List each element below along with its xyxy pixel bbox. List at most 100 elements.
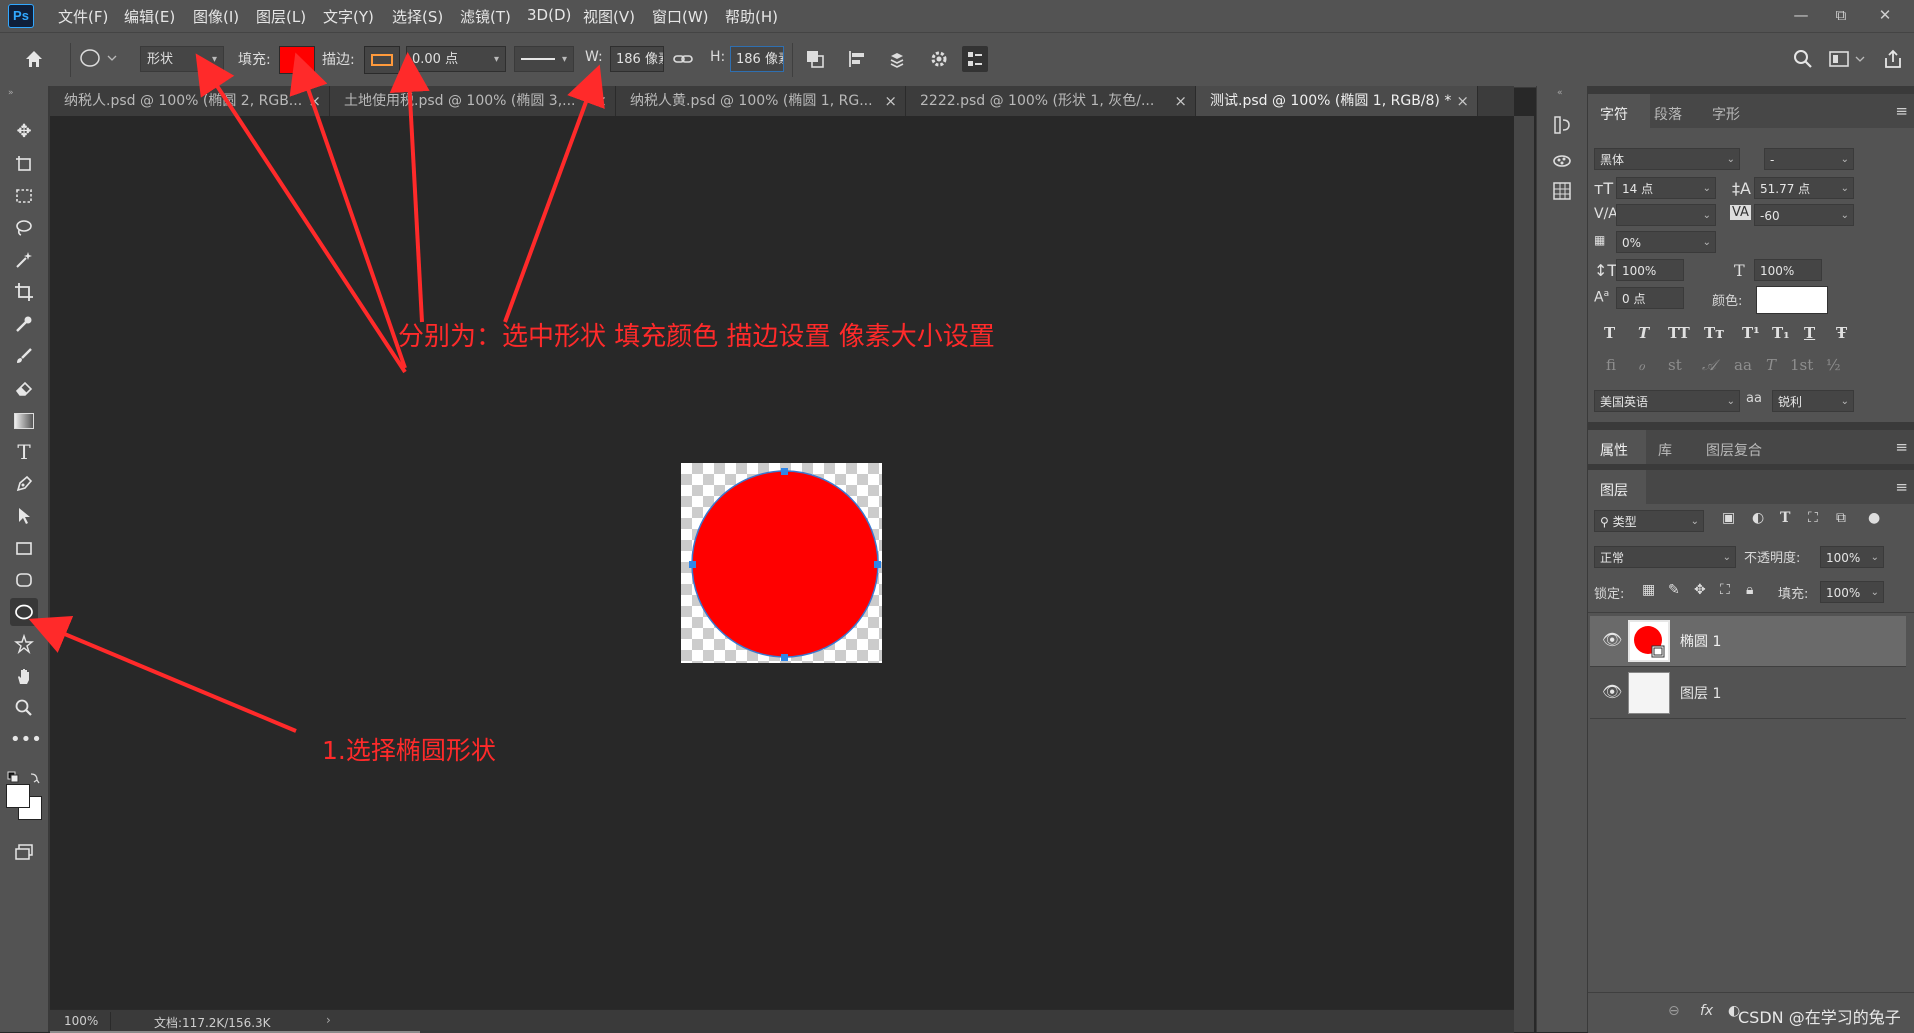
link-layers-icon[interactable]: ⊖	[1668, 1003, 1680, 1019]
font-style-dropdown[interactable]: - ⌄	[1764, 148, 1854, 170]
anchor-handle[interactable]	[781, 654, 788, 661]
layer-row-selected[interactable]: 👁︎ 椭圆 1	[1590, 616, 1906, 667]
panel-menu-icon[interactable]: ≡	[1895, 102, 1908, 120]
panel-menu-icon[interactable]: ≡	[1895, 438, 1908, 456]
titling-alternates-button[interactable]: aa	[1734, 356, 1752, 374]
lock-all-icon[interactable]: 🔒︎	[1746, 582, 1753, 598]
grid-panel-icon[interactable]	[1549, 178, 1575, 204]
layer-filter-dropdown[interactable]: ⚲ 类型 ⌄	[1594, 510, 1704, 532]
shape-filter-icon[interactable]: ⛶	[1808, 510, 1818, 526]
leading-input[interactable]: 51.77 点 ⌄	[1754, 177, 1854, 199]
tab-layer-comps[interactable]: 图层复合	[1706, 440, 1762, 460]
rounded-rectangle-tool-icon[interactable]	[10, 566, 38, 594]
menu-window[interactable]: 窗口(W)	[652, 6, 709, 27]
share-icon[interactable]	[1880, 46, 1906, 72]
height-input[interactable]: 186 像素	[730, 46, 784, 72]
marquee-tool-icon[interactable]	[10, 182, 38, 210]
close-icon[interactable]: ×	[1174, 86, 1187, 116]
tracking-input[interactable]: -60 ⌄	[1754, 204, 1854, 226]
search-icon[interactable]	[1790, 46, 1816, 72]
path-operations-icon[interactable]	[802, 46, 828, 72]
underline-button[interactable]: T	[1804, 324, 1815, 342]
close-button[interactable]: ✕	[1870, 3, 1900, 27]
anchor-handle[interactable]	[874, 561, 881, 568]
subscript-button[interactable]: T₁	[1772, 324, 1790, 342]
menu-3d[interactable]: 3D(D)	[527, 6, 571, 24]
ellipse-tool-preset-picker[interactable]	[74, 46, 122, 72]
menu-file[interactable]: 文件(F)	[58, 6, 108, 27]
chevron-right-icon[interactable]: ›	[326, 1013, 331, 1027]
smart-object-filter-icon[interactable]: ⧉	[1836, 510, 1846, 526]
gear-icon[interactable]	[926, 46, 952, 72]
menu-filter[interactable]: 滤镜(T)	[460, 6, 511, 27]
move-tool-icon[interactable]: ✥	[10, 118, 38, 146]
stroke-color-swatch[interactable]	[364, 46, 400, 74]
tab-document-active[interactable]: 测试.psd @ 100% (椭圆 1, RGB/8) * ×	[1196, 86, 1478, 116]
artboard-tool-icon[interactable]	[10, 150, 38, 178]
crop-tool-icon[interactable]	[10, 278, 38, 306]
blend-mode-dropdown[interactable]: 正常 ⌄	[1594, 546, 1736, 568]
eraser-tool-icon[interactable]	[10, 374, 38, 402]
collapse-icon[interactable]: »	[8, 88, 14, 98]
width-input[interactable]: 186 像素	[610, 46, 664, 72]
tab-document-2[interactable]: 土地使用税.psd @ 100% (椭圆 3,... ×	[330, 86, 616, 116]
type-filter-icon[interactable]: T	[1780, 510, 1790, 526]
path-selection-tool-icon[interactable]	[10, 502, 38, 530]
baseline-shift-input[interactable]: 0 点	[1616, 287, 1684, 309]
magic-wand-tool-icon[interactable]	[10, 246, 38, 274]
close-icon[interactable]: ×	[884, 86, 897, 116]
small-caps-button[interactable]: Tт	[1704, 324, 1724, 342]
menu-type[interactable]: 文字(Y)	[323, 6, 374, 27]
ligatures-button[interactable]: ﬁ	[1606, 356, 1616, 374]
superscript-button[interactable]: T¹	[1742, 324, 1760, 342]
ordinals-button[interactable]: 1st	[1790, 356, 1813, 374]
kerning-input[interactable]: ⌄	[1616, 204, 1716, 226]
vertical-scrollbar[interactable]	[1514, 116, 1534, 1032]
document-info[interactable]: 文档:117.2K/156.3K	[154, 1014, 271, 1031]
collapse-icon[interactable]: «	[1557, 88, 1563, 98]
type-tool-icon[interactable]: T	[10, 438, 38, 466]
adjustment-filter-icon[interactable]: ◐	[1752, 510, 1764, 526]
strikethrough-button[interactable]: Ŧ	[1836, 324, 1847, 342]
close-icon[interactable]: ×	[308, 86, 321, 116]
text-color-swatch[interactable]	[1756, 286, 1828, 314]
layer-row[interactable]: 👁︎ 图层 1	[1590, 668, 1906, 719]
contextual-alternates-button[interactable]: T	[1766, 356, 1776, 374]
all-caps-button[interactable]: TT	[1668, 324, 1690, 342]
lock-position-icon[interactable]: ✥	[1694, 582, 1706, 598]
antialias-dropdown[interactable]: 锐利 ⌄	[1772, 390, 1854, 412]
lock-pixels-icon[interactable]: ✎	[1668, 582, 1680, 598]
rectangle-tool-icon[interactable]	[10, 534, 38, 562]
path-alignment-icon[interactable]	[844, 46, 870, 72]
custom-shape-tool-icon[interactable]	[10, 630, 38, 658]
tsume-input[interactable]: 0% ⌄	[1616, 231, 1716, 253]
tab-paragraph[interactable]: 段落	[1654, 104, 1682, 124]
tab-character[interactable]: 字符	[1600, 104, 1628, 124]
ellipse-shape[interactable]	[681, 463, 882, 663]
tab-document-4[interactable]: 2222.psd @ 100% (形状 1, 灰色/... ×	[906, 86, 1196, 116]
lock-artboard-icon[interactable]: ⛶	[1720, 582, 1730, 598]
workspace-icon[interactable]	[1828, 46, 1868, 72]
tab-layers[interactable]: 图层	[1600, 480, 1628, 500]
font-family-dropdown[interactable]: 黑体 ⌄	[1594, 148, 1740, 170]
fill-color-swatch[interactable]	[279, 46, 315, 74]
stroke-width-input[interactable]: 0.00 点 ▾	[406, 46, 506, 72]
tab-document-3[interactable]: 纳税人黄.psd @ 100% (椭圆 1, RG... ×	[616, 86, 906, 116]
gradient-tool-icon[interactable]	[10, 406, 38, 434]
opacity-input[interactable]: 100% ⌄	[1820, 546, 1884, 568]
fractions-button[interactable]: ½	[1826, 356, 1841, 374]
align-edges-icon[interactable]	[962, 46, 988, 72]
history-panel-icon[interactable]	[1549, 112, 1575, 138]
close-icon[interactable]: ×	[594, 86, 607, 116]
hand-tool-icon[interactable]	[10, 662, 38, 690]
menu-edit[interactable]: 编辑(E)	[124, 6, 175, 27]
anchor-handle[interactable]	[689, 561, 696, 568]
faux-bold-button[interactable]: T	[1604, 324, 1615, 342]
lock-transparency-icon[interactable]: ▦	[1642, 582, 1655, 598]
zoom-level[interactable]: 100%	[64, 1014, 98, 1028]
screen-mode-icon[interactable]	[10, 838, 38, 866]
anchor-handle[interactable]	[781, 468, 788, 475]
menu-help[interactable]: 帮助(H)	[725, 6, 778, 27]
swash-button[interactable]: 𝒜	[1702, 356, 1716, 374]
eyedropper-tool-icon[interactable]	[10, 310, 38, 338]
